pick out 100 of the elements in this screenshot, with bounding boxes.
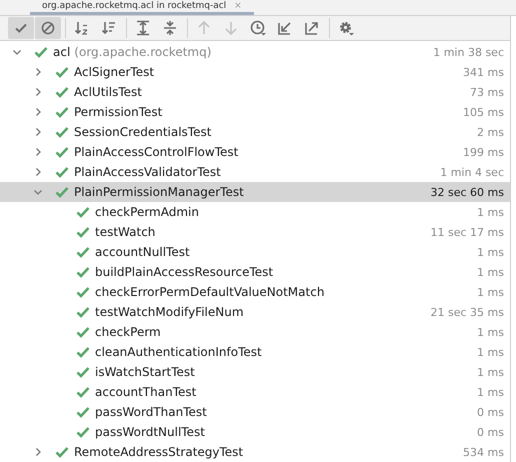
chevron-icon[interactable]	[33, 447, 43, 457]
test-name: checkErrorPermDefaultValueNotMatch	[95, 285, 324, 299]
test-duration: 0 ms	[477, 406, 505, 418]
tree-row[interactable]: cleanAuthenticationInfoTest 1 ms	[0, 342, 510, 362]
test-name: AclSignerTest	[74, 65, 154, 79]
check-icon	[76, 366, 90, 378]
test-name: acl	[53, 45, 70, 59]
test-name: RemoteAddressStrategyTest	[74, 445, 244, 459]
test-name: accountThanTest	[95, 385, 196, 399]
test-duration: 1 ms	[477, 346, 505, 358]
chevron-icon[interactable]	[33, 107, 43, 117]
test-name: AclUtilsTest	[74, 85, 142, 99]
check-icon	[55, 106, 69, 118]
test-duration: 1 ms	[477, 366, 505, 378]
chevron-icon[interactable]	[33, 67, 43, 77]
check-icon	[76, 426, 90, 438]
test-duration: 1 ms	[477, 206, 505, 218]
test-duration: 21 sec 35 ms	[430, 306, 505, 318]
test-duration: 199 ms	[463, 146, 505, 158]
chevron-icon[interactable]	[33, 127, 43, 137]
clock-icon	[250, 20, 266, 36]
check-icon	[55, 66, 69, 78]
test-duration: 32 sec 60 ms	[430, 186, 505, 198]
chevron-icon[interactable]	[33, 187, 43, 197]
sort-alphabetical-icon	[74, 20, 90, 36]
tree-row[interactable]: testWatchModifyFileNum 21 sec 35 ms	[0, 302, 510, 322]
chevron-icon[interactable]	[33, 147, 43, 157]
check-icon	[76, 306, 90, 318]
tree-row[interactable]: AclUtilsTest 73 ms	[0, 82, 510, 102]
check-icon	[76, 326, 90, 338]
test-name: accountNullTest	[95, 245, 190, 259]
test-name: SessionCredentialsTest	[74, 125, 212, 139]
test-name: PlainPermissionManagerTest	[74, 185, 244, 199]
check-icon	[76, 246, 90, 258]
tree-row[interactable]: PermissionTest 105 ms	[0, 102, 510, 122]
arrow-down-icon	[223, 20, 239, 36]
test-duration: 1 ms	[477, 286, 505, 298]
check-icon	[55, 166, 69, 178]
tree-row[interactable]: PlainAccessValidatorTest 1 min 4 sec	[0, 162, 510, 182]
test-duration: 1 ms	[477, 266, 505, 278]
tree-row[interactable]: passWordtNullTest 0 ms	[0, 422, 510, 442]
check-icon	[76, 286, 90, 298]
settings-icon	[338, 20, 354, 36]
chevron-icon[interactable]	[33, 87, 43, 97]
test-duration: 2 ms	[477, 126, 505, 138]
test-name: testWatchModifyFileNum	[95, 305, 244, 319]
tree-row[interactable]: SessionCredentialsTest 2 ms	[0, 122, 510, 142]
tree-row[interactable]: acl (org.apache.rocketmq) 1 min 38 sec	[0, 42, 510, 62]
check-icon	[76, 386, 90, 398]
check-icon	[34, 46, 48, 58]
chevron-icon[interactable]	[33, 167, 43, 177]
arrow-out-icon	[304, 20, 320, 36]
test-duration: 0 ms	[477, 426, 505, 438]
check-icon	[76, 406, 90, 418]
test-name: isWatchStartTest	[95, 365, 195, 379]
tree-row[interactable]: RemoteAddressStrategyTest 534 ms	[0, 442, 510, 462]
sort-icon	[101, 20, 117, 36]
test-name: checkPermAdmin	[95, 205, 199, 219]
test-name: checkPerm	[95, 325, 161, 339]
check-icon	[55, 146, 69, 158]
arrow-up-icon	[196, 20, 212, 36]
tree-row[interactable]: testWatch 11 sec 17 ms	[0, 222, 510, 242]
tree-row[interactable]: accountNullTest 1 ms	[0, 242, 510, 262]
check-icon	[76, 346, 90, 358]
chevron-icon[interactable]	[12, 47, 22, 57]
check-icon	[55, 86, 69, 98]
test-name: cleanAuthenticationInfoTest	[95, 345, 262, 359]
test-duration: 11 sec 17 ms	[430, 226, 505, 238]
test-duration: 1 min 38 sec	[433, 46, 505, 58]
arrow-in-icon	[277, 20, 293, 36]
collapse-icon	[162, 20, 178, 36]
tree-row[interactable]: accountThanTest 1 ms	[0, 382, 510, 402]
tree-row[interactable]: PlainPermissionManagerTest 32 sec 60 ms	[0, 182, 510, 202]
test-name: testWatch	[95, 225, 156, 239]
test-name: PlainAccessControlFlowTest	[74, 145, 238, 159]
show-ignored-button[interactable]	[35, 17, 61, 39]
tree-row[interactable]: PlainAccessControlFlowTest 199 ms	[0, 142, 510, 162]
prohibited-icon	[40, 20, 56, 36]
check-icon	[55, 446, 69, 458]
tree-row[interactable]: checkPermAdmin 1 ms	[0, 202, 510, 222]
tree-row[interactable]: buildPlainAccessResourceTest 1 ms	[0, 262, 510, 282]
tree-row[interactable]: checkPerm 1 ms	[0, 322, 510, 342]
test-name: PermissionTest	[74, 105, 162, 119]
test-duration: 1 ms	[477, 326, 505, 338]
test-name: PlainAccessValidatorTest	[74, 165, 221, 179]
test-duration: 73 ms	[470, 86, 505, 98]
check-icon	[76, 266, 90, 278]
check-icon	[76, 206, 90, 218]
package-name: (org.apache.rocketmq)	[74, 45, 212, 59]
test-duration: 1 ms	[477, 386, 505, 398]
check-icon	[55, 186, 69, 198]
show-passed-button[interactable]	[8, 17, 34, 39]
tree-row[interactable]: AclSignerTest 341 ms	[0, 62, 510, 82]
test-duration: 1 ms	[477, 246, 505, 258]
test-duration: 341 ms	[463, 66, 505, 78]
test-name: passWordtNullTest	[95, 425, 205, 439]
tree-row[interactable]: passWordThanTest 0 ms	[0, 402, 510, 422]
tree-row[interactable]: isWatchStartTest 1 ms	[0, 362, 510, 382]
tree-row[interactable]: checkErrorPermDefaultValueNotMatch 1 ms	[0, 282, 510, 302]
check-icon	[76, 226, 90, 238]
